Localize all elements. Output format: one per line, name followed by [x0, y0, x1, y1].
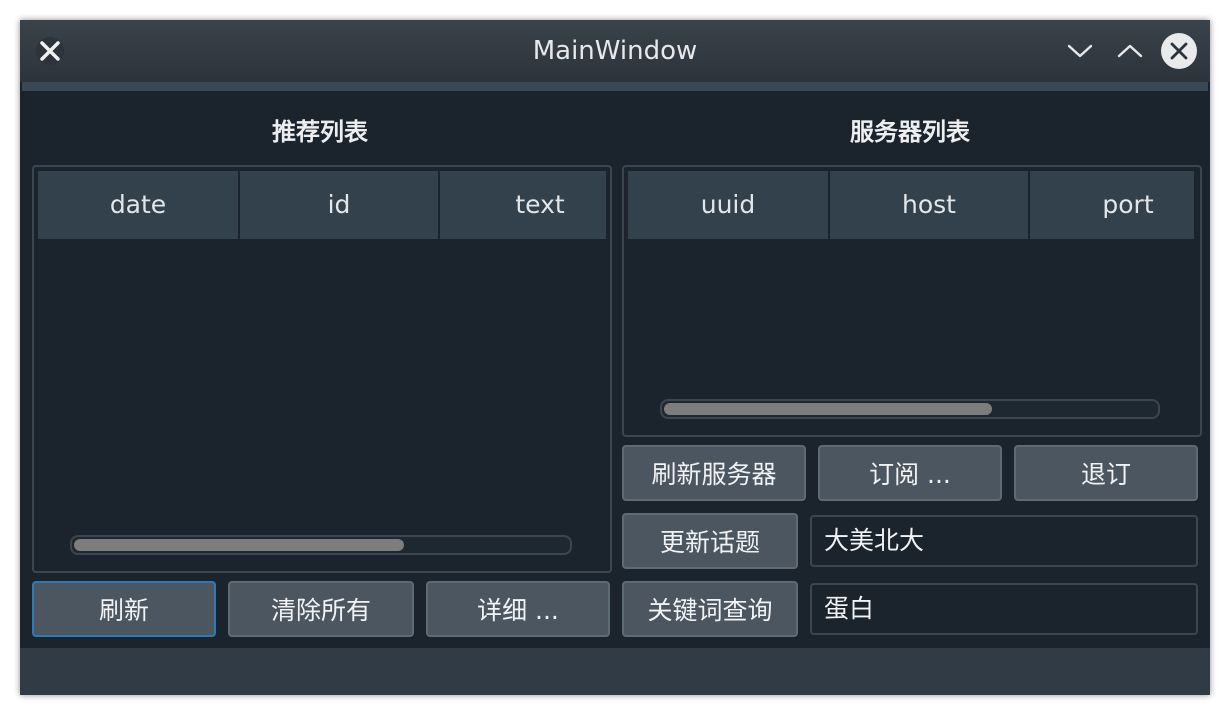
server-table[interactable]: uuid host port — [622, 165, 1202, 437]
refresh-button[interactable]: 刷新 — [32, 581, 216, 637]
close-circle-icon[interactable] — [1161, 33, 1197, 69]
topic-input[interactable]: 大美北大 — [810, 515, 1198, 567]
scrollbar-thumb[interactable] — [74, 539, 404, 551]
recommend-list-title: 推荐列表 — [272, 118, 368, 146]
window-title: MainWindow — [532, 36, 698, 66]
maximize-icon[interactable] — [1112, 33, 1148, 69]
column-header-host[interactable]: host — [830, 171, 1030, 239]
toolbar-strip — [22, 82, 1208, 91]
details-button[interactable]: 详细 ... — [426, 581, 610, 637]
title-bar: MainWindow — [20, 20, 1210, 82]
clear-all-button[interactable]: 清除所有 — [228, 581, 414, 637]
horizontal-scrollbar[interactable] — [70, 535, 572, 555]
recommend-table[interactable]: date id text — [32, 165, 612, 573]
scrollbar-thumb[interactable] — [664, 403, 992, 415]
minimize-icon[interactable] — [1062, 33, 1098, 69]
column-header-id[interactable]: id — [240, 171, 440, 239]
update-topic-button[interactable]: 更新话题 — [622, 513, 798, 569]
subscribe-button[interactable]: 订阅 ... — [818, 445, 1002, 501]
column-header-date[interactable]: date — [38, 171, 240, 239]
column-header-uuid[interactable]: uuid — [628, 171, 830, 239]
keyword-query-button[interactable]: 关键词查询 — [622, 581, 798, 637]
keyword-input[interactable]: 蛋白 — [810, 583, 1198, 635]
horizontal-scrollbar[interactable] — [660, 399, 1160, 419]
refresh-servers-button[interactable]: 刷新服务器 — [622, 445, 806, 501]
server-list-title: 服务器列表 — [850, 118, 970, 146]
column-header-port[interactable]: port — [1030, 171, 1194, 239]
status-bar — [20, 648, 1210, 695]
main-window: MainWindow 推荐列表 date id text 刷新 清除所有 详细 … — [20, 20, 1210, 695]
unsubscribe-button[interactable]: 退订 — [1014, 445, 1198, 501]
column-header-text[interactable]: text — [440, 171, 606, 239]
